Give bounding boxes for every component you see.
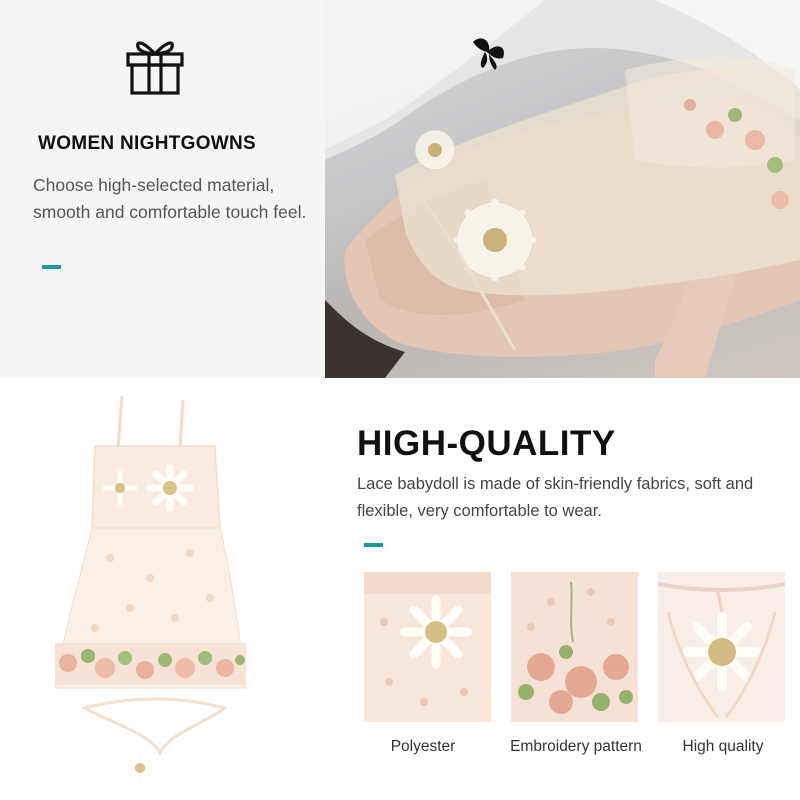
intro-panel: WOMEN NIGHTGOWNS Choose high-selected ma… (0, 0, 325, 378)
product-photo-flat (0, 378, 325, 800)
intro-title: WOMEN NIGHTGOWNS (38, 133, 257, 154)
accent-bar (42, 265, 61, 269)
detail-thumb-polyester (364, 572, 491, 722)
feature-description: Lace babydoll is made of skin-friendly f… (357, 475, 754, 520)
accent-bar (364, 543, 383, 547)
detail-label-embroidery: Embroidery pattern (510, 738, 642, 755)
detail-label-polyester: Polyester (390, 738, 456, 755)
gift-icon (126, 41, 184, 95)
product-photo-worn (325, 0, 800, 378)
detail-label-quality: High quality (682, 738, 764, 755)
detail-thumb-embroidery (511, 572, 638, 722)
intro-description: Choose high-selected material, smooth an… (33, 175, 307, 222)
detail-thumb-quality (658, 572, 785, 722)
feature-title: HIGH-QUALITY (357, 424, 616, 463)
